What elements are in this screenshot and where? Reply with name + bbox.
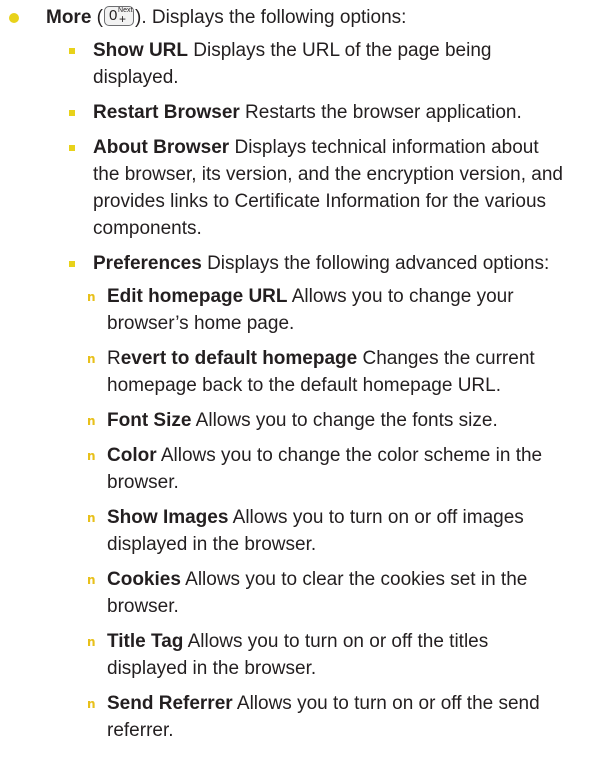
option-description: Restarts the browser application.: [239, 102, 522, 123]
options-list: Show URL Displays the URL of the page be…: [8, 37, 588, 744]
sub-option-title: Title Tag: [107, 631, 184, 652]
n-bullet-icon: n: [87, 290, 96, 304]
list-item-about-browser: About Browser Displays technical informa…: [69, 134, 563, 242]
round-bullet-icon: [9, 13, 19, 23]
sub-option-title: Color: [107, 445, 157, 466]
option-title: About Browser: [93, 137, 230, 158]
list-item-edit-homepage: n Edit homepage URL Allows you to change…: [87, 283, 563, 337]
sub-option-title: evert to default homepage: [120, 348, 358, 369]
list-item-title-tag: n Title Tag Allows you to turn on or off…: [87, 628, 563, 682]
list-item-restart-browser: Restart Browser Restarts the browser app…: [69, 99, 563, 126]
option-title: Restart Browser: [93, 102, 240, 123]
next-key-icon: 0 Next +: [104, 6, 135, 26]
key-main-char: 0: [109, 7, 118, 24]
list-item-font-size: n Font Size Allows you to change the fon…: [87, 407, 563, 434]
square-bullet-icon: [69, 261, 75, 267]
sub-option-title: Show Images: [107, 507, 229, 528]
sub-option-title: Cookies: [107, 569, 181, 590]
more-item: More (0 Next +). Displays the following op…: [8, 4, 588, 31]
n-bullet-icon: n: [87, 635, 96, 649]
more-options-section: More (0 Next +). Displays the following op…: [8, 4, 588, 752]
sub-option-description: Allows you to change the fonts size.: [191, 410, 498, 431]
n-bullet-icon: n: [87, 573, 96, 587]
list-item-cookies: n Cookies Allows you to clear the cookie…: [87, 566, 563, 620]
list-item-preferences: Preferences Displays the following advan…: [69, 250, 563, 744]
open-paren: (: [91, 7, 104, 28]
sub-option-description: Allows you to change the color scheme in…: [107, 445, 543, 493]
list-item-revert-homepage: n Revert to default homepage Changes the…: [87, 345, 563, 399]
document-page: More (0 Next +). Displays the following op…: [0, 0, 594, 766]
n-bullet-icon: n: [87, 449, 96, 463]
key-sub-char: +: [119, 12, 127, 26]
option-title: Preferences: [93, 253, 202, 274]
option-title: Show URL: [93, 40, 188, 61]
n-bullet-icon: n: [87, 414, 96, 428]
list-item-show-images: n Show Images Allows you to turn on or o…: [87, 504, 563, 558]
square-bullet-icon: [69, 145, 75, 151]
square-bullet-icon: [69, 48, 75, 54]
more-label: More: [46, 7, 92, 28]
n-bullet-icon: n: [87, 352, 96, 366]
square-bullet-icon: [69, 110, 75, 116]
sub-option-title: Edit homepage URL: [107, 286, 288, 307]
list-item-color: n Color Allows you to change the color s…: [87, 442, 563, 496]
list-item-show-url: Show URL Displays the URL of the page be…: [69, 37, 563, 91]
n-bullet-icon: n: [87, 511, 96, 525]
sub-option-title: Send Referrer: [107, 693, 233, 714]
sub-option-prefix: R: [107, 348, 121, 369]
more-description: ). Displays the following options:: [135, 7, 407, 28]
sub-option-title: Font Size: [107, 410, 192, 431]
n-bullet-icon: n: [87, 697, 96, 711]
option-description: Displays the following advanced options:: [201, 253, 550, 274]
list-item-send-referrer: n Send Referrer Allows you to turn on or…: [87, 690, 563, 744]
preferences-sublist: n Edit homepage URL Allows you to change…: [87, 283, 563, 744]
